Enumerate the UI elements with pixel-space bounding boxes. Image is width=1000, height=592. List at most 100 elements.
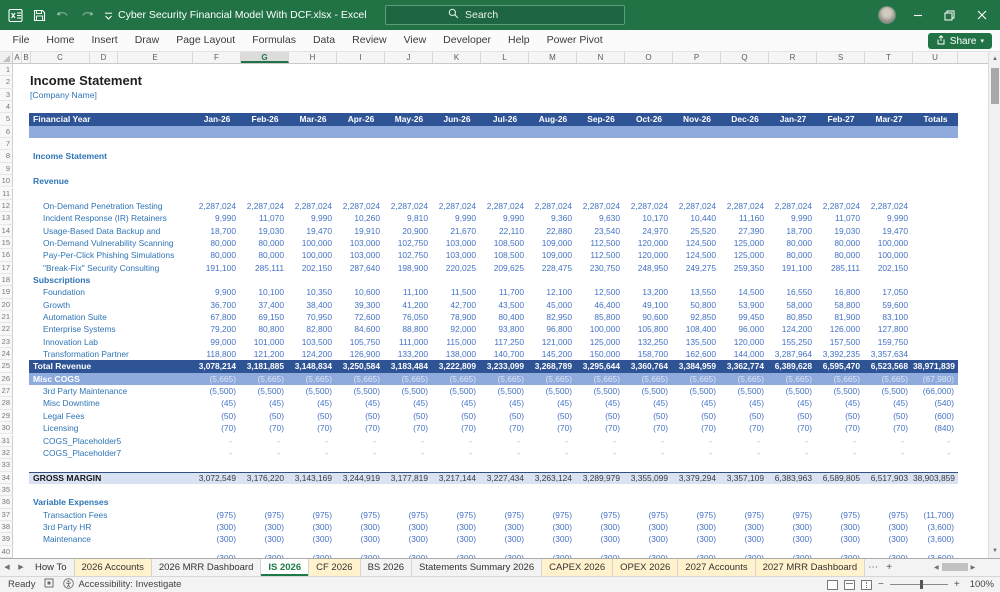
month-header[interactable]: Jul-26 — [481, 113, 529, 125]
cell[interactable]: 135,500 — [673, 336, 716, 348]
cell[interactable]: 2,287,024 — [433, 200, 476, 212]
cell[interactable]: (975) — [673, 509, 716, 521]
cell[interactable]: (50) — [625, 410, 668, 422]
search-bar[interactable]: Search — [385, 5, 625, 25]
cell[interactable]: (45) — [337, 397, 380, 409]
cell[interactable]: (975) — [241, 509, 284, 521]
cell[interactable]: 25,520 — [673, 225, 716, 237]
column-header-G[interactable]: G — [241, 52, 289, 63]
cell[interactable]: 67,800 — [193, 311, 236, 323]
row-header-9[interactable]: 9 — [0, 163, 13, 175]
cell[interactable]: - — [193, 447, 232, 459]
h-scroll-right-icon[interactable]: ▶ — [971, 564, 976, 571]
cell[interactable]: 3,181,885 — [241, 360, 284, 372]
cell[interactable]: 202,150 — [289, 262, 332, 274]
cell[interactable]: (5,500) — [769, 385, 812, 397]
cell[interactable]: 105,800 — [625, 323, 668, 335]
row-header-18[interactable]: 18 — [0, 274, 13, 286]
cell[interactable]: (67,980) — [913, 373, 954, 385]
scroll-down-icon[interactable]: ▼ — [989, 545, 1000, 557]
cell[interactable]: 191,100 — [769, 262, 812, 274]
cell[interactable]: 100,000 — [289, 249, 332, 261]
cell[interactable]: 24,970 — [625, 225, 668, 237]
row-header-19[interactable]: 19 — [0, 286, 13, 298]
cell[interactable]: (300) — [385, 533, 428, 545]
cell[interactable]: (70) — [529, 422, 572, 434]
cell[interactable]: - — [241, 447, 280, 459]
cell[interactable]: 287,640 — [337, 262, 380, 274]
cell[interactable]: 83,100 — [865, 311, 908, 323]
month-header[interactable]: Oct-26 — [625, 113, 673, 125]
cell[interactable]: 126,900 — [337, 348, 380, 360]
cell[interactable]: (45) — [577, 397, 620, 409]
select-all-corner[interactable] — [0, 52, 13, 63]
cell[interactable]: (300) — [385, 521, 428, 533]
cell[interactable]: 102,750 — [385, 249, 428, 261]
month-header[interactable]: Mar-26 — [289, 113, 337, 125]
section-label[interactable]: Subscriptions — [33, 274, 233, 286]
sheet-tab-opex-2026[interactable]: OPEX 2026 — [613, 559, 678, 576]
cell[interactable]: 100,000 — [289, 237, 332, 249]
row-label[interactable]: Transaction Fees — [43, 509, 203, 521]
cell[interactable]: 100,000 — [865, 249, 908, 261]
cell[interactable]: (300) — [481, 521, 524, 533]
column-header-D[interactable]: D — [90, 52, 118, 63]
column-header-P[interactable]: P — [673, 52, 721, 63]
cell[interactable]: 19,030 — [817, 225, 860, 237]
cell[interactable]: 10,600 — [337, 286, 380, 298]
cell[interactable]: 80,000 — [769, 237, 812, 249]
sheet-tab-capex-2026[interactable]: CAPEX 2026 — [542, 559, 613, 576]
cell[interactable]: 19,910 — [337, 225, 380, 237]
column-header-A[interactable]: A — [13, 52, 22, 63]
cell[interactable]: 84,600 — [337, 323, 380, 335]
cell[interactable]: 42,700 — [433, 299, 476, 311]
cell[interactable]: 249,275 — [673, 262, 716, 274]
cell[interactable]: 9,990 — [289, 212, 332, 224]
month-header[interactable]: Nov-26 — [673, 113, 721, 125]
cell[interactable]: (5,665) — [385, 373, 428, 385]
cell[interactable]: 19,030 — [241, 225, 284, 237]
section-label[interactable]: Variable Expenses — [33, 496, 233, 508]
cell[interactable]: 3,289,979 — [577, 472, 620, 484]
cell[interactable]: 58,800 — [817, 299, 860, 311]
cell[interactable]: 3,357,634 — [865, 348, 908, 360]
cell[interactable]: (50) — [481, 410, 524, 422]
ribbon-tab-power-pivot[interactable]: Power Pivot — [538, 30, 611, 51]
cell[interactable]: 3,379,294 — [673, 472, 716, 484]
zoom-in-button[interactable]: + — [954, 579, 960, 590]
cell[interactable]: 6,389,628 — [769, 360, 812, 372]
ribbon-tab-data[interactable]: Data — [304, 30, 343, 51]
cell[interactable]: - — [769, 435, 808, 447]
cell[interactable]: 3,384,959 — [673, 360, 716, 372]
totals-header[interactable]: Totals — [913, 113, 958, 125]
redo-icon[interactable] — [80, 9, 94, 21]
cell[interactable]: 96,800 — [529, 323, 572, 335]
month-header[interactable]: Aug-26 — [529, 113, 577, 125]
cell[interactable]: 13,200 — [625, 286, 668, 298]
cell[interactable]: 112,500 — [577, 237, 620, 249]
cell[interactable]: 18,700 — [193, 225, 236, 237]
cell[interactable]: (70) — [577, 422, 620, 434]
zoom-slider[interactable] — [890, 584, 948, 585]
cell[interactable]: 198,900 — [385, 262, 428, 274]
cell[interactable]: 18,700 — [769, 225, 812, 237]
cell[interactable]: 144,000 — [721, 348, 764, 360]
row-label[interactable]: On-Demand Penetration Testing — [43, 200, 203, 212]
cell[interactable]: 2,287,024 — [385, 200, 428, 212]
cell[interactable]: (300) — [433, 521, 476, 533]
row-label[interactable]: Maintenance — [43, 533, 203, 545]
add-sheet-button[interactable]: + — [881, 559, 897, 576]
cell[interactable]: (300) — [673, 533, 716, 545]
cell[interactable]: - — [913, 435, 950, 447]
cell[interactable]: 9,810 — [385, 212, 428, 224]
cell[interactable]: - — [673, 447, 712, 459]
cell[interactable]: 103,000 — [337, 249, 380, 261]
cell[interactable]: 72,600 — [337, 311, 380, 323]
cell[interactable]: - — [529, 435, 568, 447]
cell[interactable]: (5,500) — [241, 385, 284, 397]
cell[interactable]: 248,950 — [625, 262, 668, 274]
ribbon-tab-formulas[interactable]: Formulas — [244, 30, 305, 51]
cell[interactable]: 76,050 — [385, 311, 428, 323]
cell[interactable]: (300) — [337, 533, 380, 545]
ribbon-tab-view[interactable]: View — [395, 30, 435, 51]
